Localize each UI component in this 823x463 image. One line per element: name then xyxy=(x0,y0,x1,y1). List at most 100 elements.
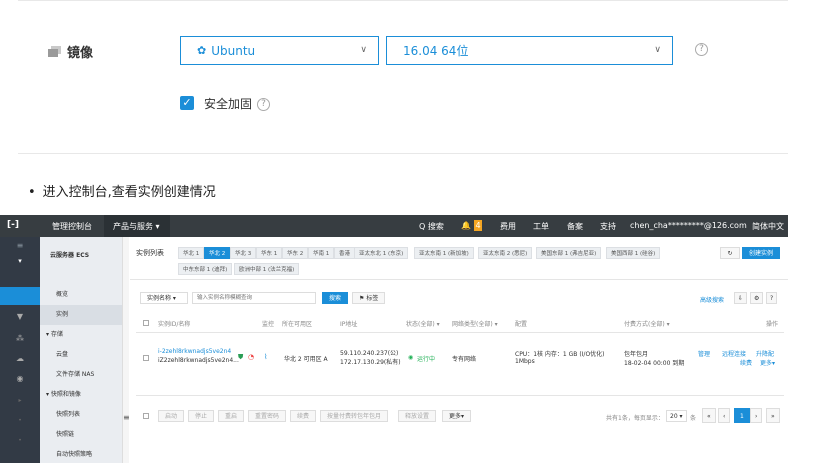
region-tab[interactable]: 亚太东南 1 (新加坡) xyxy=(414,247,474,259)
help-icon[interactable]: ? xyxy=(766,292,778,304)
image-status-icon[interactable]: ◔ xyxy=(248,353,254,361)
filter-field-select[interactable]: 实例名称 ▾ xyxy=(140,292,188,304)
sidebar-item-auto-snapshot[interactable]: 自动快照策略 xyxy=(40,445,122,463)
export-icon[interactable]: ⇩ xyxy=(734,292,748,304)
page-size-select[interactable]: 20 ▾ xyxy=(666,410,687,422)
region-tab[interactable]: 华东 2 xyxy=(282,247,309,259)
ecs-nav-icon[interactable] xyxy=(0,287,40,305)
sidebar-scrollbar[interactable]: ≡ xyxy=(122,237,130,463)
console-home-link[interactable]: 管理控制台 xyxy=(52,221,92,232)
action-more[interactable]: 更多▾ xyxy=(760,358,775,367)
bulk-start-button[interactable]: 启动 xyxy=(158,410,185,422)
select-all-checkbox[interactable] xyxy=(143,320,149,326)
bulk-stop-button[interactable]: 停止 xyxy=(188,410,215,422)
sidebar-item-overview[interactable]: 概览 xyxy=(40,285,122,305)
bulk-more-button[interactable]: 更多▾ xyxy=(442,410,472,422)
sidebar-group-storage[interactable]: ▾ 存储 xyxy=(40,325,122,345)
col-header-billing[interactable]: 付费方式(全部) ▾ xyxy=(624,319,670,328)
action-manage[interactable]: 管理 xyxy=(698,349,710,358)
os-select[interactable]: ✿ Ubuntu ∨ xyxy=(180,36,379,65)
aliyun-logo[interactable]: [-] xyxy=(7,220,19,230)
first-page-button[interactable]: « xyxy=(702,408,716,423)
user-account[interactable]: chen_cha*********@126.com xyxy=(630,221,747,230)
security-help-icon[interactable]: ? xyxy=(257,98,270,111)
sidebar-item-instances[interactable]: 实例 xyxy=(40,305,122,325)
action-renew[interactable]: 续费 xyxy=(740,358,752,367)
notification-count: 4 xyxy=(474,220,482,231)
version-select-value: 16.04 64位 xyxy=(403,44,469,58)
bulk-restart-button[interactable]: 重启 xyxy=(218,410,245,422)
sidebar-item-disks[interactable]: 云盘 xyxy=(40,345,122,365)
col-header-id[interactable]: 实例ID/名称 xyxy=(158,319,190,328)
cloud-icon[interactable]: ☁ xyxy=(0,354,40,372)
action-remote-connect[interactable]: 远程连接 xyxy=(722,349,746,358)
topbar-fees[interactable]: 费用 xyxy=(500,221,516,232)
filter-field-value: 实例名称 xyxy=(147,295,172,302)
action-resize[interactable]: 升降配 xyxy=(756,349,774,358)
bulk-reset-password-button[interactable]: 重置密码 xyxy=(248,410,287,422)
gear-icon[interactable]: ⚙ xyxy=(750,292,764,304)
current-page-button[interactable]: 1 xyxy=(734,408,750,423)
bulk-convert-billing-button[interactable]: 按量付费转包年包月 xyxy=(320,410,389,422)
status-running-icon: ◉ xyxy=(408,354,414,361)
topbar-ticket[interactable]: 工单 xyxy=(533,221,549,232)
version-select[interactable]: 16.04 64位 ∨ xyxy=(386,36,673,65)
filter-search-input[interactable] xyxy=(192,292,316,304)
sidebar-item-nas[interactable]: 文件存储 NAS xyxy=(40,365,122,385)
prev-page-button[interactable]: ‹ xyxy=(718,408,731,423)
next-page-button[interactable]: › xyxy=(750,408,763,423)
region-tab[interactable]: 美国西部 1 (硅谷) xyxy=(606,247,661,259)
region-tab[interactable]: 欧洲中部 1 (法兰克福) xyxy=(234,263,300,275)
refresh-icon[interactable]: ↻ xyxy=(720,247,740,259)
topbar-beian[interactable]: 备案 xyxy=(567,221,583,232)
security-checkbox[interactable]: ✓ xyxy=(180,96,194,110)
section-divider xyxy=(18,153,788,154)
config-bandwidth: 1Mbps xyxy=(515,358,535,365)
database-icon[interactable]: ◉ xyxy=(0,374,40,392)
language-switch[interactable]: 简体中文 xyxy=(752,221,784,232)
col-header-status[interactable]: 状态(全部) ▾ xyxy=(406,319,440,328)
products-menu[interactable]: 产品与服务 ▾ xyxy=(104,215,170,237)
network-icon[interactable]: ⁂ xyxy=(0,334,40,352)
drag-handle-icon[interactable]: ≡ xyxy=(123,413,130,422)
bulk-release-button[interactable]: 释放设置 xyxy=(398,410,437,422)
region-tab[interactable]: 华北 3 xyxy=(230,247,257,259)
search-button[interactable]: 搜索 xyxy=(322,292,349,304)
instance-id-link[interactable]: i-2zehl8rkwnadjs5ve2n4 xyxy=(158,348,231,355)
region-tab-active[interactable]: 华北 2 xyxy=(204,247,231,259)
monitor-chart-icon[interactable]: ⌇ xyxy=(264,353,267,361)
row-checkbox[interactable] xyxy=(143,355,149,361)
region-tab[interactable]: 美国东部 1 (弗吉尼亚) xyxy=(536,247,602,259)
bulk-select-checkbox[interactable] xyxy=(143,413,149,419)
sidebar-group-snapshots[interactable]: ▾ 快照和镜像 xyxy=(40,385,122,405)
region-tab[interactable]: 中东东部 1 (迪拜) xyxy=(178,263,233,275)
bulk-renew-button[interactable]: 续费 xyxy=(290,410,317,422)
console-screenshot: [-] 管理控制台 产品与服务 ▾ Q 搜索 🔔 4 费用 工单 备案 支持 c… xyxy=(0,215,788,463)
nav-dot-icon[interactable]: • xyxy=(0,417,40,435)
last-page-button[interactable]: » xyxy=(766,408,780,423)
tag-button[interactable]: ⚑ 标签 xyxy=(352,292,386,304)
sidebar-item-snapshot-list[interactable]: 快照列表 xyxy=(40,405,122,425)
region-tab[interactable]: 华南 1 xyxy=(308,247,335,259)
region-tab[interactable]: 华北 1 xyxy=(178,247,205,259)
col-header-network[interactable]: 网络类型(全部) ▾ xyxy=(452,319,498,328)
help-icon[interactable]: ? xyxy=(695,43,708,56)
region-tab[interactable]: 华东 1 xyxy=(256,247,283,259)
advanced-search-link[interactable]: 高级搜索 xyxy=(700,295,724,304)
col-header-ip: IP地址 xyxy=(340,321,358,328)
page-root: 镜像 ✿ Ubuntu ∨ 16.04 64位 ∨ ? ✓ 安全加固 ? 进入控… xyxy=(0,0,823,463)
region-tab[interactable]: 亚太东北 1 (东京) xyxy=(354,247,409,259)
nav-dot-icon[interactable]: ▸ xyxy=(0,397,40,415)
region-tab[interactable]: 亚太东南 2 (悉尼) xyxy=(478,247,533,259)
nav-dot-icon[interactable]: • xyxy=(0,437,40,455)
create-instance-button[interactable]: 创建实例 xyxy=(742,247,781,259)
sidebar-item-snapshot-chain[interactable]: 快照链 xyxy=(40,425,122,445)
region-tab[interactable]: 香港 xyxy=(334,247,356,259)
bell-icon[interactable]: 🔔 xyxy=(461,221,471,230)
topbar-support[interactable]: 支持 xyxy=(600,221,616,232)
console-search[interactable]: Q 搜索 xyxy=(419,221,444,232)
shield-icon[interactable]: ▼ xyxy=(0,312,40,330)
security-status-icon[interactable]: ⛊ xyxy=(238,353,243,362)
collapse-icon[interactable]: ▾ xyxy=(0,257,40,275)
console-topbar: [-] 管理控制台 产品与服务 ▾ Q 搜索 🔔 4 费用 工单 备案 支持 c… xyxy=(0,215,788,237)
